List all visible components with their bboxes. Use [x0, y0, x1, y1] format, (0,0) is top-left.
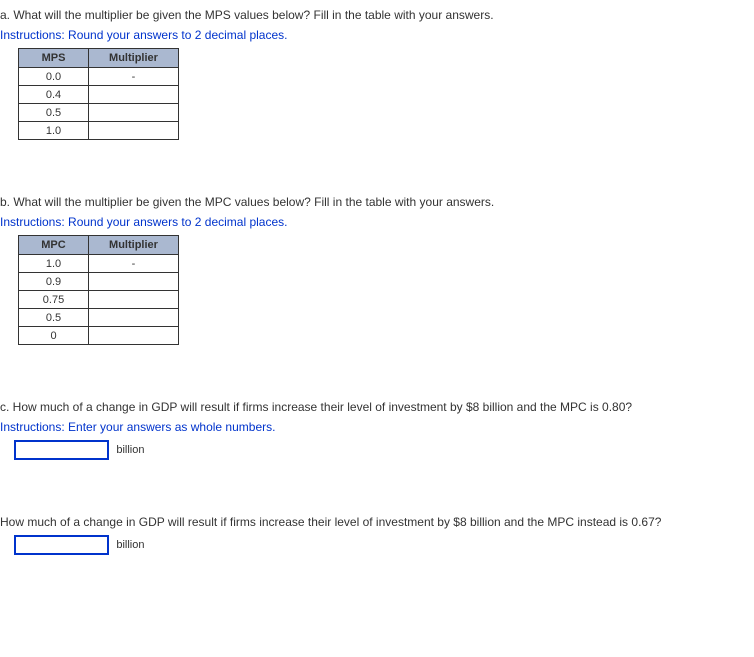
part-d-question: How much of a change in GDP will result … [0, 515, 754, 529]
part-c-block: c. How much of a change in GDP will resu… [0, 400, 754, 460]
part-a-block: a. What will the multiplier be given the… [0, 8, 754, 140]
mps-multiplier-header: Multiplier [89, 49, 179, 68]
unit-label: billion [116, 444, 144, 456]
part-c-instructions: Instructions: Enter your answers as whol… [0, 420, 754, 434]
table-row: 0.5 [19, 104, 179, 122]
mps-value: 0.5 [19, 104, 89, 122]
table-row: 1.0 [19, 122, 179, 140]
mps-table: MPS Multiplier 0.0 - 0.4 0.5 1.0 [18, 48, 179, 140]
mpc-multiplier-cell[interactable] [89, 291, 179, 309]
mps-value: 0.0 [19, 68, 89, 86]
mpc-value: 0 [19, 327, 89, 345]
part-b-instructions: Instructions: Round your answers to 2 de… [0, 215, 754, 229]
mpc-value: 0.9 [19, 273, 89, 291]
mpc-multiplier-cell[interactable] [89, 273, 179, 291]
mps-value: 1.0 [19, 122, 89, 140]
mps-value: 0.4 [19, 86, 89, 104]
part-c-question: c. How much of a change in GDP will resu… [0, 400, 754, 414]
table-row: 0.0 - [19, 68, 179, 86]
mpc-value: 1.0 [19, 255, 89, 273]
table-row: 0.75 [19, 291, 179, 309]
gdp-change-input-d[interactable] [14, 535, 109, 555]
mpc-multiplier-cell[interactable]: - [89, 255, 179, 273]
mpc-multiplier-cell[interactable] [89, 309, 179, 327]
mps-multiplier-cell[interactable] [89, 122, 179, 140]
mps-multiplier-cell[interactable] [89, 104, 179, 122]
table-row: 1.0 - [19, 255, 179, 273]
table-row: 0.5 [19, 309, 179, 327]
table-row: 0.9 [19, 273, 179, 291]
mps-multiplier-cell[interactable] [89, 86, 179, 104]
part-a-instructions: Instructions: Round your answers to 2 de… [0, 28, 754, 42]
mps-header: MPS [19, 49, 89, 68]
part-d-block: How much of a change in GDP will result … [0, 515, 754, 555]
mps-multiplier-cell[interactable]: - [89, 68, 179, 86]
part-b-block: b. What will the multiplier be given the… [0, 195, 754, 345]
part-a-question: a. What will the multiplier be given the… [0, 8, 754, 22]
mpc-table: MPC Multiplier 1.0 - 0.9 0.75 0.5 0 [18, 235, 179, 345]
mpc-value: 0.5 [19, 309, 89, 327]
mpc-value: 0.75 [19, 291, 89, 309]
part-b-question: b. What will the multiplier be given the… [0, 195, 754, 209]
mpc-multiplier-cell[interactable] [89, 327, 179, 345]
gdp-change-input-c[interactable] [14, 440, 109, 460]
mpc-multiplier-header: Multiplier [89, 236, 179, 255]
table-row: 0.4 [19, 86, 179, 104]
table-row: 0 [19, 327, 179, 345]
mpc-header: MPC [19, 236, 89, 255]
unit-label: billion [116, 539, 144, 551]
